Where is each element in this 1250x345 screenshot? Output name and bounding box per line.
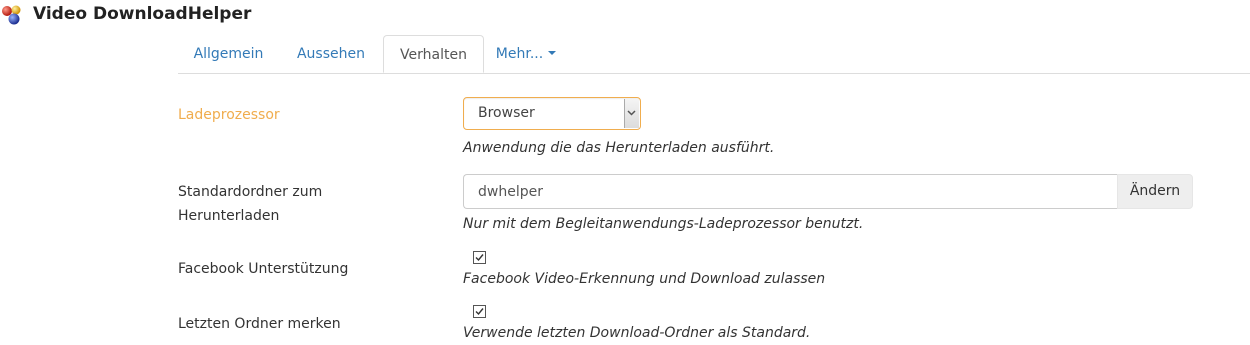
three-spheres-logo-icon	[2, 5, 21, 25]
tab-mehr-label: Mehr...	[495, 46, 544, 62]
tab-aussehen[interactable]: Aussehen	[281, 35, 381, 73]
default-folder-label-line2: Herunterladen	[178, 208, 280, 224]
processor-help: Anwendung die das Herunterladen ausführt…	[463, 140, 775, 156]
default-folder-label-line1: Standardordner zum	[178, 184, 323, 200]
change-folder-button[interactable]: Ändern	[1117, 174, 1193, 209]
checkmark-icon	[475, 254, 484, 262]
settings-tabs: Allgemein Aussehen Verhalten Mehr...	[178, 35, 1250, 74]
tab-verhalten[interactable]: Verhalten	[383, 35, 484, 73]
facebook-help: Facebook Video-Erkennung und Download zu…	[463, 271, 826, 287]
app-title: Video DownloadHelper	[33, 4, 252, 24]
select-dropdown-button[interactable]	[624, 99, 639, 128]
facebook-checkbox[interactable]	[473, 251, 486, 264]
title-bar: Video DownloadHelper	[0, 0, 1250, 34]
facebook-label: Facebook Unterstützung	[178, 261, 349, 277]
last-folder-checkbox[interactable]	[473, 305, 486, 318]
processor-select-value: Browser	[478, 105, 535, 121]
default-folder-input[interactable]	[463, 174, 1117, 209]
tab-mehr[interactable]: Mehr...	[486, 35, 566, 73]
last-folder-label: Letzten Ordner merken	[178, 316, 341, 332]
processor-label: Ladeprozessor	[178, 107, 280, 123]
checkmark-icon	[475, 308, 484, 316]
chevron-down-icon	[627, 110, 636, 116]
caret-down-icon	[548, 51, 557, 55]
last-folder-help: Verwende letzten Download-Ordner als Sta…	[463, 325, 811, 341]
default-folder-help: Nur mit dem Begleitanwendungs-Ladeprozes…	[463, 216, 864, 232]
tab-allgemein[interactable]: Allgemein	[178, 35, 279, 73]
processor-select[interactable]: Browser	[463, 97, 641, 130]
